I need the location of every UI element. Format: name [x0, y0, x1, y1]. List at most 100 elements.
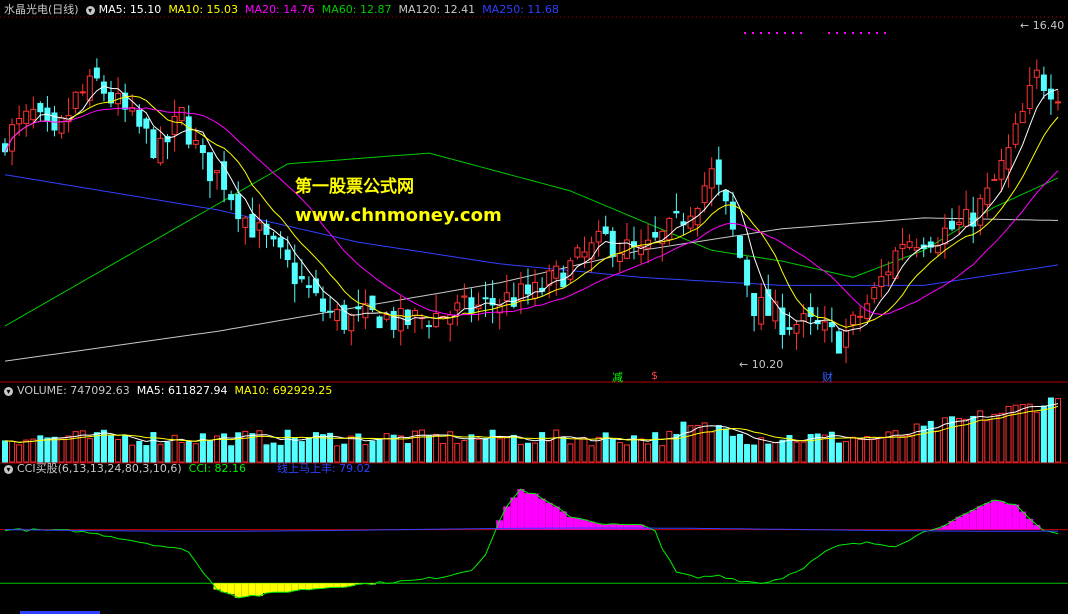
- signal-dot: [876, 32, 878, 34]
- cci-header: ▾ CCI买股(6,13,13,24,80,3,10,6) CCI: 82.16 线上…: [4, 462, 378, 476]
- candle: [51, 105, 58, 137]
- volume-bar: [44, 437, 51, 463]
- volume-settings-icon[interactable]: ▾: [4, 387, 13, 396]
- volume-bar: [475, 438, 482, 463]
- signal-dot: [852, 32, 854, 34]
- volume-bar: [291, 437, 298, 463]
- volume-bar: [927, 420, 934, 463]
- candle-body: [461, 295, 468, 298]
- volume-header: ▾ VOLUME: 747092.63 MA5: 611827.94 MA10: 69…: [4, 384, 339, 398]
- candle-body: [941, 227, 948, 245]
- cci-sell-bar: [277, 583, 285, 593]
- signal-dot: [884, 32, 886, 34]
- candle-body: [524, 284, 531, 295]
- signal-dot: [792, 32, 794, 34]
- volume-bar: [298, 441, 305, 463]
- candle-body: [397, 308, 404, 332]
- candlesticks: [2, 58, 1061, 364]
- cci-buy-bar: [503, 506, 511, 530]
- cci-sell-bar: [305, 583, 313, 590]
- watermark-title: 第一股票公式网: [295, 177, 414, 197]
- settings-icon[interactable]: ▾: [85, 6, 95, 15]
- candle-body: [468, 297, 475, 314]
- main-indicator-1: MA10: 15.03: [168, 3, 239, 16]
- candle: [1012, 113, 1019, 149]
- volume-bar: [341, 443, 348, 463]
- candle: [729, 191, 736, 237]
- candle: [376, 315, 383, 329]
- volume-bar: [779, 439, 786, 463]
- cci-sell-bar: [291, 583, 299, 591]
- cci-line: [4, 488, 1059, 599]
- cci-buy-bar: [1005, 503, 1013, 530]
- volume-bar: [108, 435, 115, 463]
- candle-body: [1019, 110, 1026, 124]
- volume-bar: [376, 439, 383, 463]
- cci-buy-bar: [609, 523, 617, 530]
- candle-body: [447, 314, 454, 325]
- volume-bar: [426, 435, 433, 463]
- candle: [1055, 90, 1061, 111]
- candle: [694, 206, 701, 237]
- candle-body: [16, 117, 23, 125]
- cci-buy-bar: [976, 506, 984, 530]
- volume-bar: [991, 413, 998, 463]
- candle-body: [482, 297, 489, 300]
- signal-dot: [828, 32, 830, 34]
- candle: [157, 126, 164, 166]
- volume-bar: [86, 438, 93, 463]
- candle: [963, 190, 970, 227]
- candle-body: [751, 293, 758, 316]
- volume-bar: [136, 440, 143, 463]
- volume-bar: [348, 435, 355, 463]
- cci-buy-bar: [517, 489, 525, 530]
- volume-bar: [744, 444, 751, 463]
- candle-body: [821, 321, 828, 331]
- cci-buy-bar: [630, 524, 638, 530]
- candle: [411, 307, 418, 334]
- candle-body: [956, 221, 963, 225]
- candle-body: [899, 243, 906, 249]
- cci-sell-bar: [241, 583, 249, 597]
- candle: [221, 151, 228, 203]
- candle: [404, 309, 411, 329]
- candle-body: [23, 110, 30, 124]
- candle-body: [835, 331, 842, 354]
- volume-bar: [482, 438, 489, 463]
- candle: [1026, 67, 1033, 115]
- cci-buy-bar: [997, 501, 1005, 530]
- candle: [758, 282, 765, 331]
- volume-bar: [701, 422, 708, 463]
- cci-sell-bar: [234, 583, 242, 598]
- stock-title: 水晶光电(日线): [4, 3, 79, 16]
- volume-bar: [588, 445, 595, 463]
- stock-chart[interactable]: [0, 0, 1068, 614]
- candle-body: [616, 252, 623, 263]
- candle-body: [171, 115, 178, 135]
- volume-bar: [2, 440, 8, 463]
- volume-bar: [93, 432, 100, 463]
- candle: [878, 258, 885, 298]
- candle-body: [383, 314, 390, 320]
- volume-vol-ma10: [4, 405, 1059, 443]
- candle: [736, 234, 743, 259]
- volume-bar: [715, 425, 722, 463]
- volume-bar: [708, 431, 715, 463]
- signal-dot: [868, 32, 870, 34]
- volume-bar: [440, 442, 447, 463]
- candle-body: [708, 168, 715, 189]
- candle: [828, 307, 835, 343]
- cci-settings-icon[interactable]: ▾: [4, 465, 13, 474]
- candle-body: [270, 235, 277, 240]
- candle-body: [595, 230, 602, 243]
- volume-bar: [404, 442, 411, 463]
- volume-bar: [729, 435, 736, 463]
- volume-bar: [228, 445, 235, 463]
- volume-bar: [369, 440, 376, 463]
- candle: [715, 146, 722, 196]
- volume-bar: [539, 432, 546, 463]
- candle-body: [390, 310, 397, 330]
- volume-bar: [722, 428, 729, 463]
- candle: [341, 299, 348, 334]
- cci-buy-bar: [983, 503, 991, 530]
